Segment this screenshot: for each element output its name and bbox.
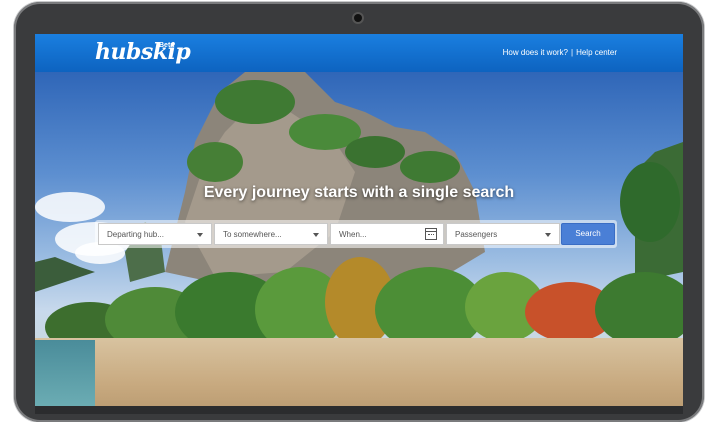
- destination-select[interactable]: To somewhere...: [214, 223, 328, 245]
- how-it-works-link[interactable]: How does it work?: [503, 48, 568, 57]
- site-header: hubskip Beta How does it work? | Help cent…: [35, 34, 683, 73]
- hero-headline: Every journey starts with a single searc…: [203, 184, 515, 201]
- passengers-label: Passengers: [455, 230, 498, 239]
- search-bar: Departing hub... To somewhere... When...…: [95, 220, 617, 248]
- sea: [35, 340, 95, 414]
- date-input[interactable]: When...: [330, 223, 444, 245]
- laptop-base: [35, 406, 683, 414]
- beta-badge: Beta: [159, 42, 175, 49]
- header-nav: How does it work? | Help center: [503, 48, 617, 57]
- laptop-frame: hubskip Beta How does it work? | Help cent…: [0, 0, 718, 422]
- departing-hub-label: Departing hub...: [107, 230, 164, 239]
- departing-hub-select[interactable]: Departing hub...: [98, 223, 212, 245]
- webcam-icon: [354, 14, 362, 22]
- chevron-down-icon: [313, 233, 319, 237]
- screen: hubskip Beta How does it work? | Help cent…: [35, 34, 683, 414]
- chevron-down-icon: [197, 233, 203, 237]
- hero-image: Every journey starts with a single searc…: [35, 72, 683, 414]
- search-button[interactable]: Search: [561, 223, 615, 245]
- date-label: When...: [339, 230, 367, 239]
- chevron-down-icon: [545, 233, 551, 237]
- logo[interactable]: hubskip: [95, 39, 191, 65]
- help-center-link[interactable]: Help center: [576, 48, 617, 57]
- beach-sand: [35, 338, 683, 414]
- destination-label: To somewhere...: [223, 230, 282, 239]
- passengers-select[interactable]: Passengers: [446, 223, 560, 245]
- calendar-icon[interactable]: [425, 228, 437, 240]
- nav-separator: |: [571, 48, 574, 57]
